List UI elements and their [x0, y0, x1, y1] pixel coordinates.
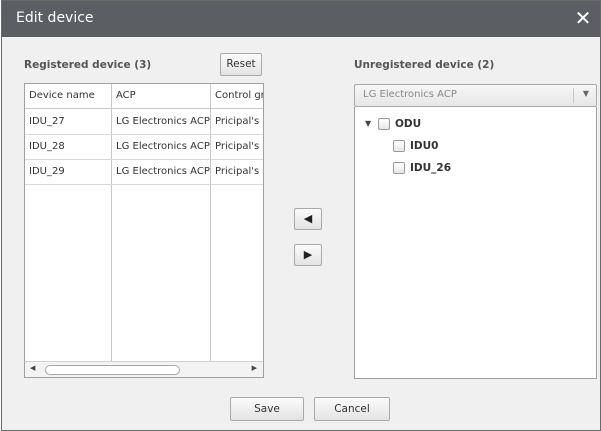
edit-device-dialog: Edit device ✕ Registered device (3) Rese… [1, 0, 601, 431]
scroll-right-icon[interactable]: ▶ [252, 364, 257, 372]
close-icon[interactable]: ✕ [572, 7, 594, 29]
move-to-unregistered-button[interactable]: ▶ [294, 244, 322, 266]
registered-device-table: Device name ACP Control gro IDU_27 LG El… [24, 83, 264, 378]
cell-device-name: IDU_27 [29, 116, 65, 127]
acp-select-value: LG Electronics ACP [363, 89, 457, 100]
tree-node-label: IDU0 [410, 140, 439, 152]
acp-select[interactable]: LG Electronics ACP ▼ [354, 84, 597, 107]
cancel-button[interactable]: Cancel [314, 397, 390, 421]
table-header: Device name ACP Control gro [25, 84, 263, 109]
column-header-control-group[interactable]: Control gro [211, 84, 263, 108]
reset-button[interactable]: Reset [220, 53, 262, 76]
tree-node-odu[interactable]: ▼ ODU [365, 115, 421, 133]
move-to-registered-button[interactable]: ◀ [294, 208, 322, 230]
scroll-left-icon[interactable]: ◀ [30, 364, 35, 372]
save-button[interactable]: Save [230, 397, 304, 421]
cell-acp: LG Electronics ACP [116, 141, 210, 152]
row-divider [25, 184, 263, 185]
cell-device-name: IDU_28 [29, 141, 65, 152]
horizontal-scrollbar[interactable]: ◀ ▶ [25, 361, 263, 377]
dialog-title: Edit device [16, 10, 94, 26]
chevron-down-icon[interactable]: ▼ [583, 89, 589, 98]
tree-node-label: IDU_26 [410, 162, 452, 174]
arrow-right-icon: ▶ [303, 248, 313, 261]
unregistered-device-label: Unregistered device (2) [354, 59, 495, 71]
cell-control-group: Pricipal's o [215, 166, 264, 177]
cell-acp: LG Electronics ACP [116, 166, 210, 177]
arrow-left-icon: ◀ [303, 212, 313, 225]
registered-device-label: Registered device (3) [24, 59, 152, 71]
unregistered-device-tree: ▼ ODU IDU0 IDU_26 [354, 107, 597, 379]
checkbox-idu-26[interactable] [393, 162, 405, 174]
tree-node-idu-26[interactable]: IDU_26 [393, 159, 451, 177]
column-header-acp[interactable]: ACP [112, 84, 210, 108]
expand-triangle-icon[interactable]: ▼ [365, 115, 375, 133]
title-bar: Edit device ✕ [2, 1, 600, 37]
cell-acp: LG Electronics ACP [116, 116, 210, 127]
tree-node-label: ODU [395, 118, 422, 130]
select-divider [573, 88, 574, 103]
cell-control-group: Pricipal's o [215, 141, 264, 152]
scrollbar-thumb[interactable] [45, 365, 180, 375]
cell-control-group: Pricipal's o [215, 116, 264, 127]
cell-device-name: IDU_29 [29, 166, 65, 177]
column-header-device-name[interactable]: Device name [25, 84, 111, 108]
checkbox-odu[interactable] [378, 118, 390, 130]
tree-node-idu0[interactable]: IDU0 [393, 137, 438, 155]
checkbox-idu0[interactable] [393, 140, 405, 152]
